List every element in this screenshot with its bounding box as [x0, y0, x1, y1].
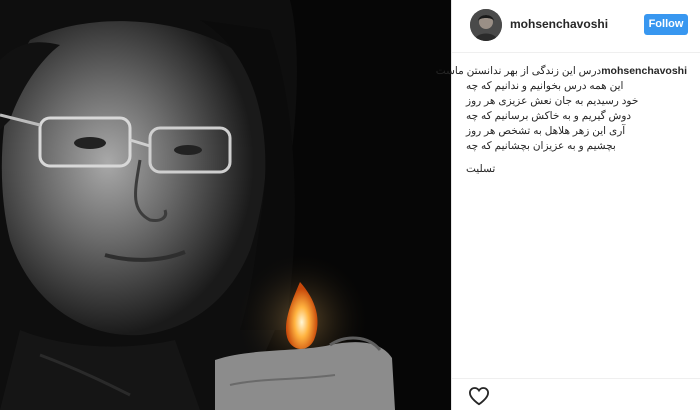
- avatar[interactable]: [470, 9, 502, 41]
- heart-outline-icon[interactable]: [468, 386, 490, 406]
- post-photo: [0, 0, 451, 410]
- portrait-image: [0, 0, 451, 410]
- post-header: mohsenchavoshi Follow: [452, 0, 700, 53]
- caption-lines: mohsenchavoshiدرس این زندگی از بهر ندانس…: [436, 64, 691, 177]
- username-link[interactable]: mohsenchavoshi: [510, 17, 608, 31]
- caption-line-text: درس این زندگی از بهر ندانستن ماست: [435, 65, 602, 77]
- caption-line: خود رسیدیم به جان نعش عزیزی هر روز: [466, 95, 639, 107]
- avatar-image: [470, 9, 502, 41]
- follow-button[interactable]: Follow: [644, 14, 688, 35]
- caption-username[interactable]: mohsenchavoshi: [601, 65, 687, 77]
- instagram-post-view: mohsenchavoshi Follow mohsenchavoshiدرس …: [0, 0, 700, 410]
- caption-line: بچشیم و به عزیزان بچشانیم که چه: [466, 140, 616, 152]
- caption-line: این همه درس بخوانیم و ندانیم که چه: [466, 80, 624, 92]
- caption-signature: تسلیت: [466, 163, 496, 175]
- caption-line: دوش گیریم و به خاکش برسانیم که چه: [466, 110, 632, 122]
- post-caption: mohsenchavoshiدرس این زندگی از بهر ندانس…: [436, 64, 691, 177]
- caption-line: آری این زهر هلاهل به تشخص هر روز: [466, 125, 626, 137]
- post-side-panel: mohsenchavoshi Follow mohsenchavoshiدرس …: [436, 0, 700, 411]
- post-actions: [452, 378, 700, 411]
- caption-line: mohsenchavoshiدرس این زندگی از بهر ندانس…: [436, 64, 691, 79]
